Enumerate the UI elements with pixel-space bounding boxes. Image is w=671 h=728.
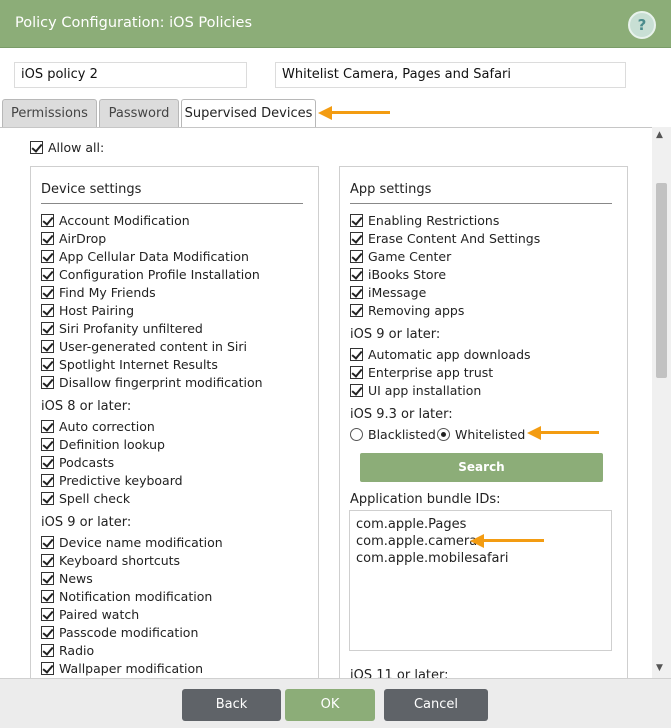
device-setting-item[interactable]: User-generated content in Siri: [41, 337, 247, 355]
ios11-heading: iOS 11 or later:: [350, 668, 449, 678]
divider: [350, 203, 612, 204]
annotation-arrow-icon: [318, 106, 390, 120]
supervised-devices-panel: Allow all: Device settings Account Modif…: [0, 127, 652, 678]
device-setting-item[interactable]: App Cellular Data Modification: [41, 247, 249, 265]
allow-all-checkbox[interactable]: Allow all:: [30, 138, 104, 156]
help-button[interactable]: ?: [628, 11, 656, 39]
app-ios9-heading: iOS 9 or later:: [350, 327, 441, 342]
device-setting-item[interactable]: Host Pairing: [41, 301, 134, 319]
device-setting-item[interactable]: Siri Profanity unfiltered: [41, 319, 203, 337]
ios8-heading: iOS 8 or later:: [41, 399, 132, 414]
dialog-footer: Back OK Cancel: [0, 678, 671, 728]
device-setting-item[interactable]: Find My Friends: [41, 283, 156, 301]
policy-description-input[interactable]: Whitelist Camera, Pages and Safari: [275, 62, 626, 88]
bundle-id: com.apple.mobilesafari: [356, 551, 509, 566]
back-button[interactable]: Back: [182, 689, 281, 721]
ios8-setting-item[interactable]: Predictive keyboard: [41, 471, 183, 489]
ios8-setting-item[interactable]: Spell check: [41, 489, 130, 507]
app-setting-item[interactable]: iBooks Store: [350, 265, 446, 283]
device-setting-item[interactable]: Configuration Profile Installation: [41, 265, 260, 283]
checkbox-icon: [30, 141, 43, 154]
app-setting-item[interactable]: Erase Content And Settings: [350, 229, 540, 247]
radio-icon: [350, 428, 363, 441]
app-setting-item[interactable]: Enabling Restrictions: [350, 211, 499, 229]
scrollbar-thumb[interactable]: [656, 183, 667, 378]
annotation-arrow-icon: [470, 534, 544, 548]
app-ios9-item[interactable]: Enterprise app trust: [350, 363, 493, 381]
ios8-setting-item[interactable]: Auto correction: [41, 417, 155, 435]
tab-password[interactable]: Password: [99, 99, 179, 128]
vertical-scrollbar[interactable]: ▲ ▼: [652, 127, 671, 678]
scroll-down-icon[interactable]: ▼: [656, 663, 663, 673]
device-setting-item[interactable]: Disallow fingerprint modification: [41, 373, 263, 391]
ios9-setting-item[interactable]: Wallpaper modification: [41, 659, 203, 677]
app-settings-title: App settings: [350, 182, 432, 197]
ios9-setting-item[interactable]: Radio: [41, 641, 94, 659]
divider: [41, 203, 303, 204]
app-setting-item[interactable]: Game Center: [350, 247, 451, 265]
ok-button[interactable]: OK: [285, 689, 375, 721]
cancel-button[interactable]: Cancel: [384, 689, 488, 721]
ios8-setting-item[interactable]: Podcasts: [41, 453, 114, 471]
device-setting-item[interactable]: AirDrop: [41, 229, 106, 247]
tab-permissions[interactable]: Permissions: [2, 99, 97, 128]
device-setting-item[interactable]: Account Modification: [41, 211, 190, 229]
ios9-setting-item[interactable]: Paired watch: [41, 605, 139, 623]
radio-whitelisted[interactable]: Whitelisted: [437, 425, 525, 443]
scroll-up-icon[interactable]: ▲: [656, 130, 663, 140]
ios8-setting-item[interactable]: Definition lookup: [41, 435, 165, 453]
search-button[interactable]: Search: [360, 453, 603, 482]
ios9-setting-item[interactable]: Keyboard shortcuts: [41, 551, 180, 569]
app-ios9-item[interactable]: Automatic app downloads: [350, 345, 531, 363]
dialog-titlebar: Policy Configuration: iOS Policies ?: [0, 0, 671, 48]
radio-blacklisted[interactable]: Blacklisted: [350, 425, 436, 443]
device-setting-item[interactable]: Spotlight Internet Results: [41, 355, 218, 373]
bundle-id: com.apple.Pages: [356, 517, 467, 532]
ios9-heading: iOS 9 or later:: [41, 515, 132, 530]
radio-selected-icon: [437, 428, 450, 441]
allow-all-label: Allow all:: [48, 139, 105, 155]
app-ios9-item[interactable]: UI app installation: [350, 381, 481, 399]
annotation-arrow-icon: [527, 426, 599, 440]
device-settings-title: Device settings: [41, 182, 142, 197]
policy-name-input[interactable]: iOS policy 2: [14, 62, 247, 88]
ios9-setting-item[interactable]: Passcode modification: [41, 623, 198, 641]
bundle-ids-heading: Application bundle IDs:: [350, 492, 501, 507]
ios9-setting-item[interactable]: News: [41, 569, 93, 587]
ios9-setting-item[interactable]: Device name modification: [41, 533, 223, 551]
app-setting-item[interactable]: iMessage: [350, 283, 426, 301]
app-setting-item[interactable]: Removing apps: [350, 301, 464, 319]
tab-supervised-devices[interactable]: Supervised Devices: [181, 99, 316, 128]
dialog-title: Policy Configuration: iOS Policies: [15, 15, 253, 31]
ios93-heading: iOS 9.3 or later:: [350, 407, 453, 422]
bundle-ids-textarea[interactable]: com.apple.Pages com.apple.camera com.app…: [349, 510, 612, 651]
ios9-setting-item[interactable]: Notification modification: [41, 587, 212, 605]
